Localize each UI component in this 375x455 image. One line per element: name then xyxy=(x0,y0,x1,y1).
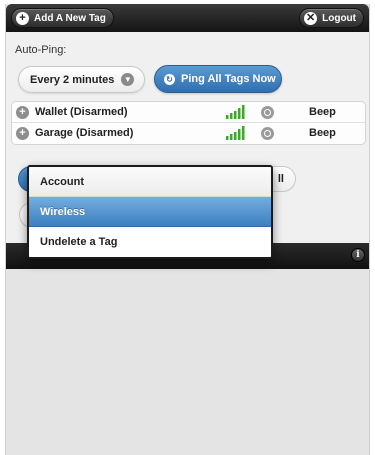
popup-menu: Account Wireless Undelete a Tag xyxy=(27,165,273,259)
ping-all-tags-button[interactable]: ↻ Ping All Tags Now xyxy=(154,65,282,93)
beep-button[interactable]: Beep xyxy=(309,106,336,118)
logout-button[interactable]: ✕ Logout xyxy=(299,8,364,28)
plus-icon: + xyxy=(16,11,29,25)
autoping-interval-select[interactable]: Every 2 minutes ▼ xyxy=(18,66,145,93)
menu-item-wireless[interactable]: Wireless xyxy=(29,197,271,227)
expand-icon[interactable]: + xyxy=(16,127,29,140)
tag-list: + Wallet (Disarmed) Beep + Garage (Disar xyxy=(11,101,366,145)
ping-all-label: Ping All Tags Now xyxy=(181,73,276,85)
menu-item-account[interactable]: Account xyxy=(29,167,271,197)
signal-strength-icon xyxy=(226,126,248,143)
beep-button[interactable]: Beep xyxy=(309,127,336,139)
expand-icon[interactable]: + xyxy=(16,106,29,119)
add-tag-label: Add A New Tag xyxy=(34,12,106,24)
tag-row[interactable]: + Garage (Disarmed) Beep xyxy=(12,123,365,144)
logout-label: Logout xyxy=(322,12,356,24)
menu-item-undelete-tag[interactable]: Undelete a Tag xyxy=(29,227,271,257)
lower-panel xyxy=(6,269,369,455)
clock-icon[interactable] xyxy=(261,127,274,140)
autoping-interval-value: Every 2 minutes xyxy=(30,73,115,86)
obscured-all-label: ll xyxy=(277,173,284,185)
tag-name: Wallet (Disarmed) xyxy=(35,106,128,118)
top-toolbar: + Add A New Tag ✕ Logout xyxy=(6,4,369,32)
info-icon[interactable]: i xyxy=(351,248,365,262)
chevron-down-icon: ▼ xyxy=(121,73,135,86)
add-tag-button[interactable]: + Add A New Tag xyxy=(11,8,114,28)
clock-icon[interactable] xyxy=(261,106,274,119)
refresh-icon: ↻ xyxy=(164,73,175,85)
autoping-label: Auto-Ping: xyxy=(15,44,67,56)
close-icon: ✕ xyxy=(304,11,318,25)
tag-row[interactable]: + Wallet (Disarmed) Beep xyxy=(12,102,365,123)
tag-name: Garage (Disarmed) xyxy=(35,127,134,139)
signal-strength-icon xyxy=(226,105,248,122)
